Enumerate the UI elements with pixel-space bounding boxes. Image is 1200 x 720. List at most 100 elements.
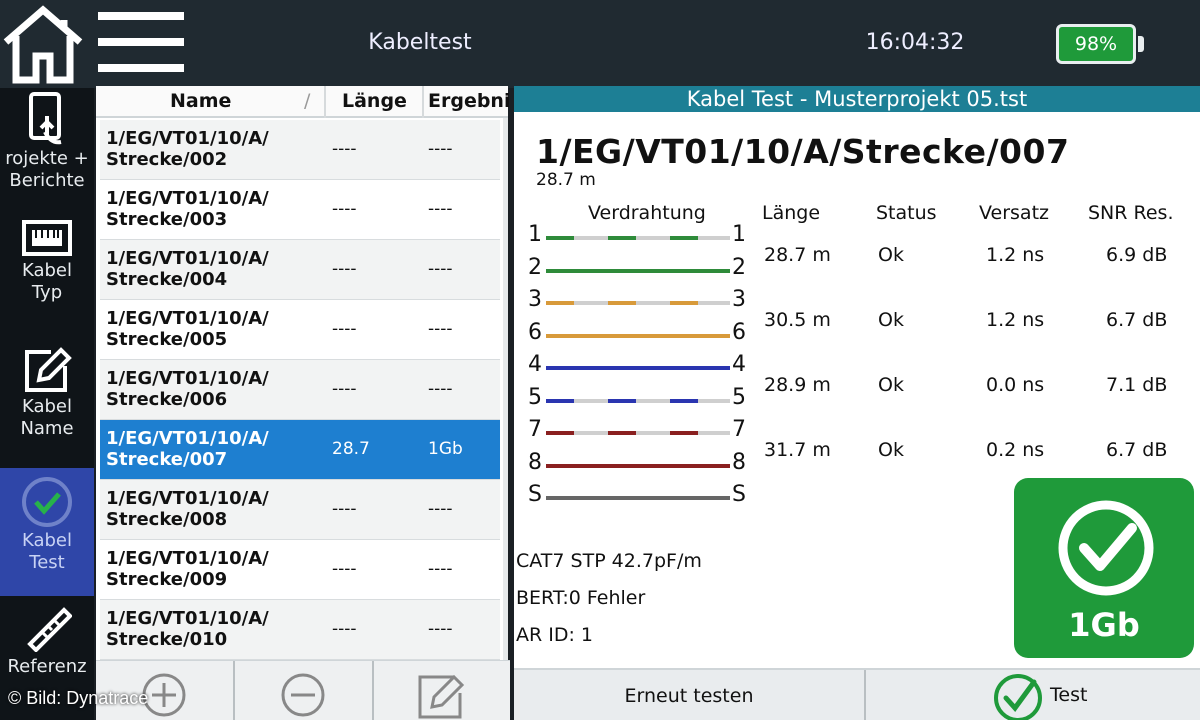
pin-label-left: 3 (528, 287, 542, 312)
pair-length: 31.7 m (764, 439, 831, 461)
sidebar-item-cable-name[interactable]: Kabel Name (0, 344, 94, 460)
ruler-icon (27, 607, 72, 652)
pin-label-left: S (528, 482, 542, 507)
test-detail-panel: Kabel Test - Musterprojekt 05.tst 1/EG/V… (514, 86, 1200, 668)
pin-label-right: 6 (732, 319, 746, 345)
table-row[interactable]: 1/EG/VT01/10/A/ Strecke/005 ---- ---- (100, 300, 500, 360)
row-length: 28.7 (332, 439, 370, 459)
pair-status: Ok (878, 244, 904, 266)
check-circle-icon (994, 674, 1042, 720)
table-row[interactable]: 1/EG/VT01/10/A/ Strecke/008 ---- ---- (100, 480, 500, 540)
sort-indicator: / (304, 90, 311, 112)
wire-line (546, 268, 730, 273)
menu-icon-bar (98, 38, 184, 46)
table-row[interactable]: 1/EG/VT01/10/A/ Strecke/004 ---- ---- (100, 240, 500, 300)
table-row[interactable]: 1/EG/VT01/10/A/ Strecke/009 ---- ---- (100, 540, 500, 600)
test-button-label: Test (1050, 684, 1088, 706)
pair-length: 30.5 m (764, 309, 831, 331)
row-name: 1/EG/VT01/10/A/ Strecke/009 (106, 548, 269, 590)
cable-type-info: CAT7 STP 42.7pF/m (516, 550, 702, 572)
column-divider (324, 86, 326, 118)
row-length: ---- (332, 319, 357, 339)
battery-terminal (1138, 36, 1144, 52)
sidebar-item-label: Kabel Test (21, 530, 73, 573)
column-header-length: Länge (762, 202, 821, 224)
column-header-status: Status (876, 202, 937, 224)
column-header-skew: Versatz (979, 202, 1049, 224)
row-length: ---- (332, 499, 357, 519)
pin-label-left: 8 (528, 449, 542, 475)
row-result: ---- (428, 499, 453, 519)
row-name: 1/EG/VT01/10/A/ Strecke/006 (106, 368, 269, 410)
pin-label-right: 7 (732, 417, 746, 442)
pin-label-left: 2 (528, 254, 542, 280)
wire-line (546, 431, 730, 435)
menu-button[interactable] (98, 10, 186, 76)
home-button[interactable] (0, 2, 86, 84)
pin-label-left: 7 (528, 417, 542, 442)
row-name: 1/EG/VT01/10/A/ Strecke/004 (106, 248, 269, 290)
edit-icon (25, 347, 72, 392)
tablet-touch-icon (29, 92, 62, 145)
table-row[interactable]: 1/EG/VT01/10/A/ Strecke/006 ---- ---- (100, 360, 500, 420)
edit-button[interactable] (374, 661, 510, 720)
edit-icon (418, 674, 465, 719)
result-badge: 1Gb (1014, 478, 1194, 658)
table-row[interactable]: 1/EG/VT01/10/A/ Strecke/003 ---- ---- (100, 180, 500, 240)
row-length: ---- (332, 559, 357, 579)
pair-snr: 6.9 dB (1106, 244, 1168, 266)
pair-skew: 1.2 ns (986, 244, 1045, 266)
app-title: Kabeltest (368, 30, 472, 55)
sidebar-item-projects[interactable]: rojekte + Berichte (0, 92, 94, 202)
home-icon (3, 5, 83, 84)
action-bar: Erneut testen Test (514, 668, 1200, 720)
row-length: ---- (332, 199, 357, 219)
column-header-name[interactable]: Name (170, 90, 231, 112)
detail-title-bar: Kabel Test - Musterprojekt 05.tst (514, 86, 1200, 112)
column-header-result[interactable]: Ergebni (428, 90, 510, 112)
bert-info: BERT:0 Fehler (516, 587, 646, 609)
remove-button[interactable] (235, 661, 371, 720)
retest-button[interactable]: Erneut testen (514, 670, 864, 720)
row-result: ---- (428, 379, 453, 399)
pair-skew: 0.0 ns (986, 374, 1045, 396)
list-header: Name / Länge Ergebni (96, 86, 510, 118)
sidebar-item-label: Referenz (7, 656, 87, 677)
cable-name: 1/EG/VT01/10/A/Strecke/007 (536, 132, 1070, 171)
check-circle-icon (22, 477, 72, 527)
row-result: 1Gb (428, 439, 463, 459)
sidebar-item-label: Kabel Typ (21, 260, 73, 303)
clock: 16:04:32 (865, 30, 965, 55)
ar-id-info: AR ID: 1 (516, 624, 594, 646)
pair-status: Ok (878, 374, 904, 396)
sidebar-item-label: rojekte + Berichte (5, 148, 89, 191)
table-row[interactable]: 1/EG/VT01/10/A/ Strecke/007 28.7 1Gb (100, 420, 500, 480)
pin-label-left: 5 (528, 384, 542, 410)
row-name: 1/EG/VT01/10/A/ Strecke/008 (106, 488, 269, 530)
row-length: ---- (332, 259, 357, 279)
pair-status: Ok (878, 309, 904, 331)
column-divider (422, 86, 424, 118)
pair-length: 28.7 m (764, 244, 831, 266)
pin-label-right: 3 (732, 287, 746, 312)
row-result: ---- (428, 559, 453, 579)
row-name: 1/EG/VT01/10/A/ Strecke/005 (106, 308, 269, 350)
row-name: 1/EG/VT01/10/A/ Strecke/007 (106, 428, 269, 470)
test-button[interactable]: Test (866, 670, 1200, 720)
pair-snr: 6.7 dB (1106, 309, 1168, 331)
table-row[interactable]: 1/EG/VT01/10/A/ Strecke/010 ---- ---- (100, 600, 500, 660)
list-scrollbar[interactable] (503, 118, 508, 666)
table-row[interactable]: 1/EG/VT01/10/A/ Strecke/002 ---- ---- (100, 120, 500, 180)
pair-status: Ok (878, 439, 904, 461)
wire-line (546, 333, 730, 338)
image-credit: © Bild: Dynatrace (8, 688, 149, 708)
sidebar-item-cable-type[interactable]: Kabel Typ (0, 216, 94, 326)
pair-snr: 6.7 dB (1106, 439, 1168, 461)
list-toolbar (96, 660, 510, 720)
cable-list-panel: Name / Länge Ergebni 1/EG/VT01/10/A/ Str… (96, 86, 510, 668)
top-bar: Kabeltest 16:04:32 98% (0, 0, 1200, 88)
result-speed: 1Gb (1068, 606, 1140, 644)
minus-circle-icon (281, 673, 325, 717)
sidebar-item-cable-test[interactable]: Kabel Test (0, 468, 94, 596)
column-header-length[interactable]: Länge (342, 90, 407, 112)
